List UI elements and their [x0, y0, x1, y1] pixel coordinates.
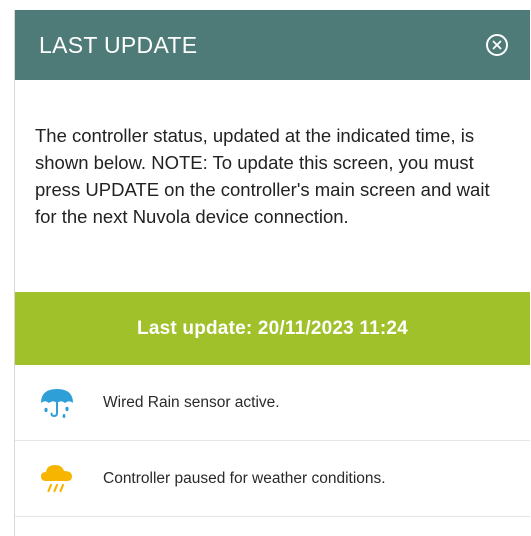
status-row-rain-sensor: Wired Rain sensor active.	[15, 365, 530, 441]
last-update-label: Last update: 20/11/2023 11:24	[137, 317, 408, 339]
last-update-banner: Last update: 20/11/2023 11:24	[15, 292, 530, 365]
weather-cloud-rain-icon	[37, 459, 77, 499]
last-update-dialog: LAST UPDATE The controller status, updat…	[14, 10, 530, 536]
status-text: Wired Rain sensor active.	[103, 393, 280, 411]
dialog-header: LAST UPDATE	[15, 10, 530, 80]
rain-umbrella-icon	[37, 383, 77, 423]
status-text: Controller paused for weather conditions…	[103, 469, 386, 487]
close-icon[interactable]	[486, 34, 508, 56]
dialog-title: LAST UPDATE	[39, 31, 198, 58]
status-row-weather-pause: Controller paused for weather conditions…	[15, 441, 530, 517]
description-text: The controller status, updated at the in…	[35, 125, 490, 227]
dialog-description: The controller status, updated at the in…	[15, 80, 530, 292]
